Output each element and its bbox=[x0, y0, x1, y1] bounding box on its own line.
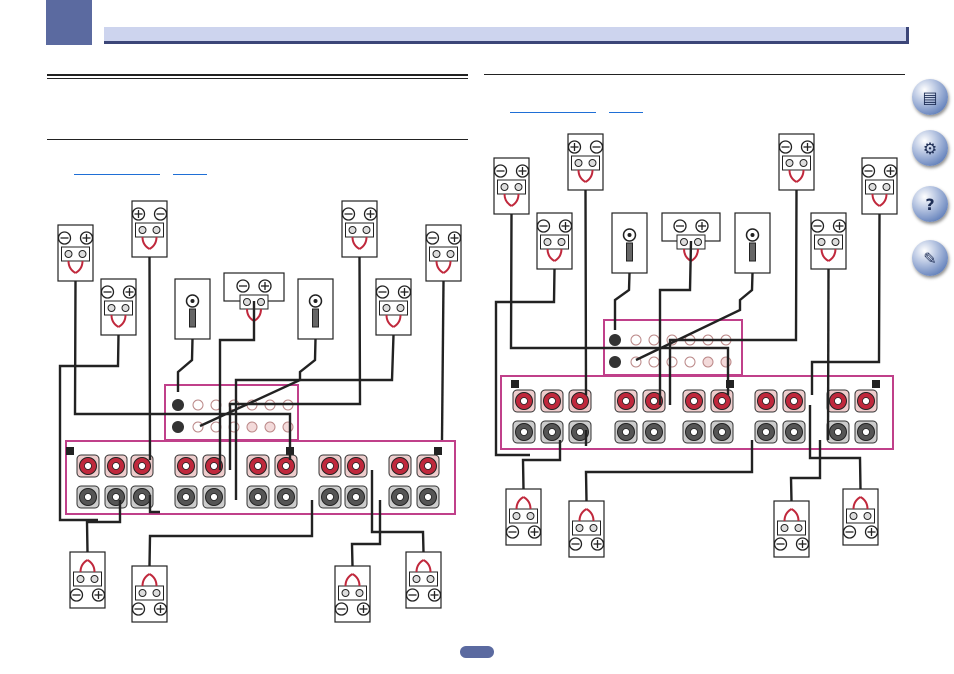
rca-jack bbox=[246, 421, 258, 433]
minus-terminal-post bbox=[512, 420, 536, 444]
rca-jack bbox=[648, 334, 660, 346]
minus-terminal-post bbox=[826, 420, 850, 444]
plus-terminal-post bbox=[174, 454, 198, 478]
speaker-box bbox=[773, 500, 810, 558]
plus-terminal-post bbox=[782, 389, 806, 413]
rca-jack bbox=[630, 334, 642, 346]
preout-jack bbox=[609, 356, 621, 368]
channel-marker bbox=[872, 380, 880, 388]
minus-terminal-post bbox=[318, 485, 342, 509]
speaker-cable bbox=[440, 280, 445, 441]
plus-terminal-post bbox=[614, 389, 638, 413]
plus-terminal-post bbox=[416, 454, 440, 478]
plus-terminal-post bbox=[642, 389, 666, 413]
minus-terminal-post bbox=[202, 485, 226, 509]
minus-terminal-post bbox=[614, 420, 638, 444]
plus-terminal-post bbox=[710, 389, 734, 413]
rca-jack bbox=[702, 356, 714, 368]
plus-terminal-post bbox=[344, 454, 368, 478]
rca-plug bbox=[189, 308, 196, 328]
minus-terminal-post bbox=[754, 420, 778, 444]
minus-terminal-post bbox=[76, 485, 100, 509]
minus-terminal-post bbox=[540, 420, 564, 444]
plus-terminal-post bbox=[826, 389, 850, 413]
speaker-box bbox=[375, 278, 412, 336]
minus-terminal-post bbox=[642, 420, 666, 444]
speaker-box bbox=[405, 551, 442, 609]
subwoofer-box bbox=[734, 212, 771, 274]
speaker-box bbox=[425, 224, 462, 282]
speaker-box bbox=[493, 157, 530, 215]
rca-jack bbox=[282, 421, 294, 433]
speaker-box bbox=[536, 212, 573, 270]
rca-plug bbox=[312, 308, 319, 328]
rca-jack bbox=[192, 421, 204, 433]
plus-terminal-post bbox=[202, 454, 226, 478]
plus-terminal-post bbox=[274, 454, 298, 478]
speaker-box bbox=[861, 157, 898, 215]
plus-terminal-post bbox=[318, 454, 342, 478]
rca-jack bbox=[264, 421, 276, 433]
plus-terminal-post bbox=[246, 454, 270, 478]
speaker-box bbox=[567, 133, 604, 191]
minus-terminal-post bbox=[246, 485, 270, 509]
preout-jack bbox=[609, 334, 621, 346]
minus-terminal-post bbox=[682, 420, 706, 444]
speaker-box bbox=[131, 565, 168, 623]
speaker-cable bbox=[826, 268, 830, 441]
plus-terminal-post bbox=[76, 454, 100, 478]
plus-terminal-post bbox=[854, 389, 878, 413]
plus-terminal-post bbox=[540, 389, 564, 413]
plus-terminal-post bbox=[388, 454, 412, 478]
subwoofer-box bbox=[174, 278, 211, 340]
rca-jack bbox=[684, 356, 696, 368]
plus-terminal-post bbox=[512, 389, 536, 413]
speaker-box bbox=[131, 200, 168, 258]
minus-terminal-post bbox=[174, 485, 198, 509]
speaker-wiring-diagram bbox=[57, 133, 898, 623]
channel-marker bbox=[66, 447, 74, 455]
minus-terminal-post bbox=[274, 485, 298, 509]
plus-terminal-post bbox=[568, 389, 592, 413]
rca-plug bbox=[749, 242, 756, 262]
rca-plug bbox=[626, 242, 633, 262]
minus-terminal-post bbox=[782, 420, 806, 444]
speaker-box bbox=[505, 488, 542, 546]
preout-jack bbox=[172, 399, 184, 411]
subwoofer-box bbox=[297, 278, 334, 340]
minus-terminal-post bbox=[568, 420, 592, 444]
minus-terminal-post bbox=[416, 485, 440, 509]
speaker-box bbox=[842, 488, 879, 546]
speaker-box bbox=[341, 200, 378, 258]
plus-terminal-post bbox=[682, 389, 706, 413]
minus-terminal-post bbox=[344, 485, 368, 509]
rca-jack bbox=[648, 356, 660, 368]
speaker-box bbox=[334, 565, 371, 623]
minus-terminal-post bbox=[710, 420, 734, 444]
speaker-box bbox=[568, 500, 605, 558]
speaker-box bbox=[778, 133, 815, 191]
channel-marker bbox=[434, 447, 442, 455]
minus-terminal-post bbox=[104, 485, 128, 509]
subwoofer-box bbox=[611, 212, 648, 274]
plus-terminal-post bbox=[754, 389, 778, 413]
plus-terminal-post bbox=[104, 454, 128, 478]
minus-terminal-post bbox=[854, 420, 878, 444]
speaker-box bbox=[69, 551, 106, 609]
speaker-box bbox=[57, 224, 94, 282]
rca-jack bbox=[192, 399, 204, 411]
channel-marker bbox=[511, 380, 519, 388]
preout-jack bbox=[172, 421, 184, 433]
rca-jack bbox=[720, 356, 732, 368]
speaker-box bbox=[100, 278, 137, 336]
speaker-box bbox=[810, 212, 847, 270]
minus-terminal-post bbox=[388, 485, 412, 509]
rca-jack bbox=[666, 356, 678, 368]
